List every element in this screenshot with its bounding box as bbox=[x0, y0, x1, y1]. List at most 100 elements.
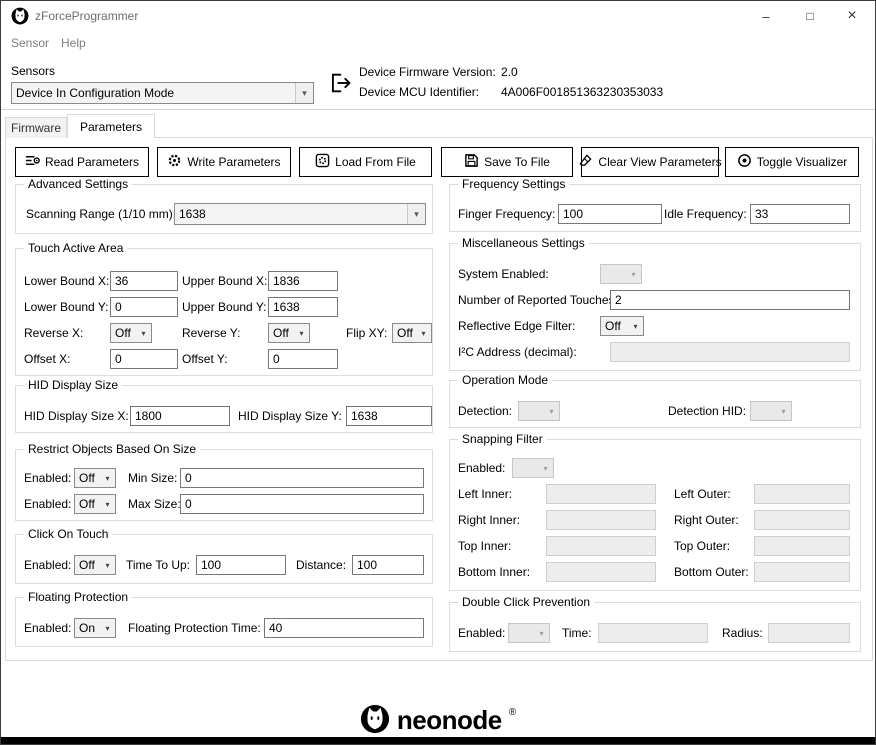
lower-bound-y-input[interactable] bbox=[110, 297, 178, 317]
save-to-file-label: Save To File bbox=[484, 155, 550, 169]
read-parameters-button[interactable]: Read Parameters bbox=[15, 147, 149, 177]
group-title-operation-mode: Operation Mode bbox=[458, 373, 552, 388]
upper-bound-x-label: Upper Bound X: bbox=[182, 274, 267, 288]
finger-frequency-input[interactable] bbox=[558, 204, 662, 224]
flip-xy-dropdown[interactable]: Off ▾ bbox=[392, 323, 432, 343]
reverse-x-value: Off bbox=[111, 324, 136, 342]
hid-display-size-y-input[interactable] bbox=[346, 406, 432, 426]
firmware-version-value: 2.0 bbox=[501, 65, 518, 79]
toggle-visualizer-icon bbox=[737, 153, 752, 171]
chevron-down-icon: ▾ bbox=[416, 324, 431, 342]
tab-firmware[interactable]: Firmware bbox=[5, 117, 67, 138]
reported-touches-label: Number of Reported Touches: bbox=[458, 293, 618, 307]
system-enabled-dropdown: ▾ bbox=[600, 264, 642, 284]
chevron-down-icon: ▾ bbox=[136, 324, 151, 342]
minimize-button[interactable]: – bbox=[745, 1, 787, 31]
offset-y-input[interactable] bbox=[268, 349, 338, 369]
detection-hid-value bbox=[751, 402, 776, 420]
restrict-max-enabled-dropdown[interactable]: Off ▾ bbox=[74, 494, 116, 514]
dcp-time-label: Time: bbox=[562, 626, 592, 640]
hid-display-size-y-label: HID Display Size Y: bbox=[238, 409, 342, 423]
hid-display-size-x-input[interactable] bbox=[130, 406, 230, 426]
floating-time-input[interactable] bbox=[264, 618, 424, 638]
menu-sensor[interactable]: Sensor bbox=[11, 36, 49, 50]
mcu-identifier-value: 4A006F001851363230353033 bbox=[501, 85, 663, 99]
flip-xy-value: Off bbox=[393, 324, 416, 342]
sensors-dropdown-value: Device In Configuration Mode bbox=[12, 83, 295, 103]
save-to-file-icon bbox=[464, 153, 479, 171]
sensors-dropdown[interactable]: Device In Configuration Mode ▾ bbox=[11, 82, 314, 104]
detection-hid-dropdown: ▾ bbox=[750, 401, 792, 421]
left-inner-input bbox=[546, 484, 656, 504]
restrict-max-enabled-value: Off bbox=[75, 495, 100, 513]
maximize-button[interactable]: □ bbox=[789, 1, 831, 31]
load-from-file-button[interactable]: Load From File bbox=[299, 147, 432, 177]
upper-bound-y-input[interactable] bbox=[268, 297, 338, 317]
touch-active-area-group: Touch Active Area Lower Bound X: Upper B… bbox=[15, 248, 433, 376]
toggle-visualizer-button[interactable]: Toggle Visualizer bbox=[725, 147, 859, 177]
finger-frequency-label: Finger Frequency: bbox=[458, 207, 555, 221]
right-outer-input bbox=[754, 510, 850, 530]
floating-enabled-dropdown[interactable]: On ▾ bbox=[74, 618, 116, 638]
idle-frequency-label: Idle Frequency: bbox=[664, 207, 747, 221]
bottom-inner-label: Bottom Inner: bbox=[458, 565, 530, 579]
advanced-settings-group: Advanced Settings Scanning Range (1/10 m… bbox=[15, 184, 433, 234]
floating-time-label: Floating Protection Time: bbox=[128, 621, 261, 635]
restrict-min-enabled-dropdown[interactable]: Off ▾ bbox=[74, 468, 116, 488]
clear-view-parameters-button[interactable]: Clear View Parameters bbox=[581, 147, 719, 177]
footer-brand: neonode ® bbox=[1, 701, 875, 739]
load-from-file-icon bbox=[315, 153, 330, 171]
bottom-outer-input bbox=[754, 562, 850, 582]
miscellaneous-settings-group: Miscellaneous Settings System Enabled: ▾… bbox=[449, 243, 861, 371]
detection-dropdown: ▾ bbox=[518, 401, 560, 421]
dcp-enabled-dropdown: ▾ bbox=[508, 623, 550, 643]
bottom-bar bbox=[1, 737, 875, 744]
right-inner-input bbox=[546, 510, 656, 530]
save-to-file-button[interactable]: Save To File bbox=[441, 147, 573, 177]
right-outer-label: Right Outer: bbox=[674, 513, 739, 527]
system-enabled-value bbox=[601, 265, 626, 283]
top-inner-label: Top Inner: bbox=[458, 539, 511, 553]
lower-bound-x-input[interactable] bbox=[110, 271, 178, 291]
left-outer-input bbox=[754, 484, 850, 504]
dcp-radius-label: Radius: bbox=[722, 626, 763, 640]
snapping-enabled-value bbox=[513, 459, 538, 477]
offset-x-input[interactable] bbox=[110, 349, 178, 369]
reported-touches-input[interactable] bbox=[610, 290, 850, 310]
reflective-edge-filter-dropdown[interactable]: Off ▾ bbox=[600, 316, 644, 336]
close-button[interactable]: × bbox=[831, 1, 873, 31]
distance-input[interactable] bbox=[352, 555, 424, 575]
upper-bound-x-input[interactable] bbox=[268, 271, 338, 291]
export-sensor-icon[interactable] bbox=[327, 70, 353, 96]
max-size-input[interactable] bbox=[180, 494, 424, 514]
lower-bound-y-label: Lower Bound Y: bbox=[24, 300, 109, 314]
detection-value bbox=[519, 402, 544, 420]
system-enabled-label: System Enabled: bbox=[458, 267, 549, 281]
toggle-visualizer-label: Toggle Visualizer bbox=[757, 155, 848, 169]
write-parameters-button[interactable]: Write Parameters bbox=[157, 147, 291, 177]
read-parameters-icon bbox=[25, 153, 40, 171]
scanning-range-value: 1638 bbox=[175, 204, 407, 224]
lower-bound-x-label: Lower Bound X: bbox=[24, 274, 109, 288]
click-on-touch-group: Click On Touch Enabled: Off ▾ Time To Up… bbox=[15, 534, 433, 584]
floating-protection-group: Floating Protection Enabled: On ▾ Floati… bbox=[15, 597, 433, 647]
click-on-touch-enabled-dropdown[interactable]: Off ▾ bbox=[74, 555, 116, 575]
dcp-radius-input bbox=[768, 623, 850, 643]
reverse-x-label: Reverse X: bbox=[24, 326, 83, 340]
distance-label: Distance: bbox=[296, 558, 346, 572]
reflective-edge-filter-label: Reflective Edge Filter: bbox=[458, 319, 575, 333]
min-size-input[interactable] bbox=[180, 468, 424, 488]
time-to-up-input[interactable] bbox=[196, 555, 286, 575]
group-title-click-on-touch: Click On Touch bbox=[24, 527, 112, 542]
menu-help[interactable]: Help bbox=[61, 36, 86, 50]
reverse-x-dropdown[interactable]: Off ▾ bbox=[110, 323, 152, 343]
hid-display-size-group: HID Display Size HID Display Size X: HID… bbox=[15, 385, 433, 433]
load-from-file-label: Load From File bbox=[335, 155, 416, 169]
scanning-range-dropdown[interactable]: 1638 ▾ bbox=[174, 203, 426, 225]
i2c-address-label: I²C Address (decimal): bbox=[458, 345, 577, 359]
idle-frequency-input[interactable] bbox=[750, 204, 850, 224]
chevron-down-icon: ▾ bbox=[538, 459, 553, 477]
reverse-y-dropdown[interactable]: Off ▾ bbox=[268, 323, 310, 343]
tab-parameters[interactable]: Parameters bbox=[67, 114, 155, 138]
offset-x-label: Offset X: bbox=[24, 352, 70, 366]
